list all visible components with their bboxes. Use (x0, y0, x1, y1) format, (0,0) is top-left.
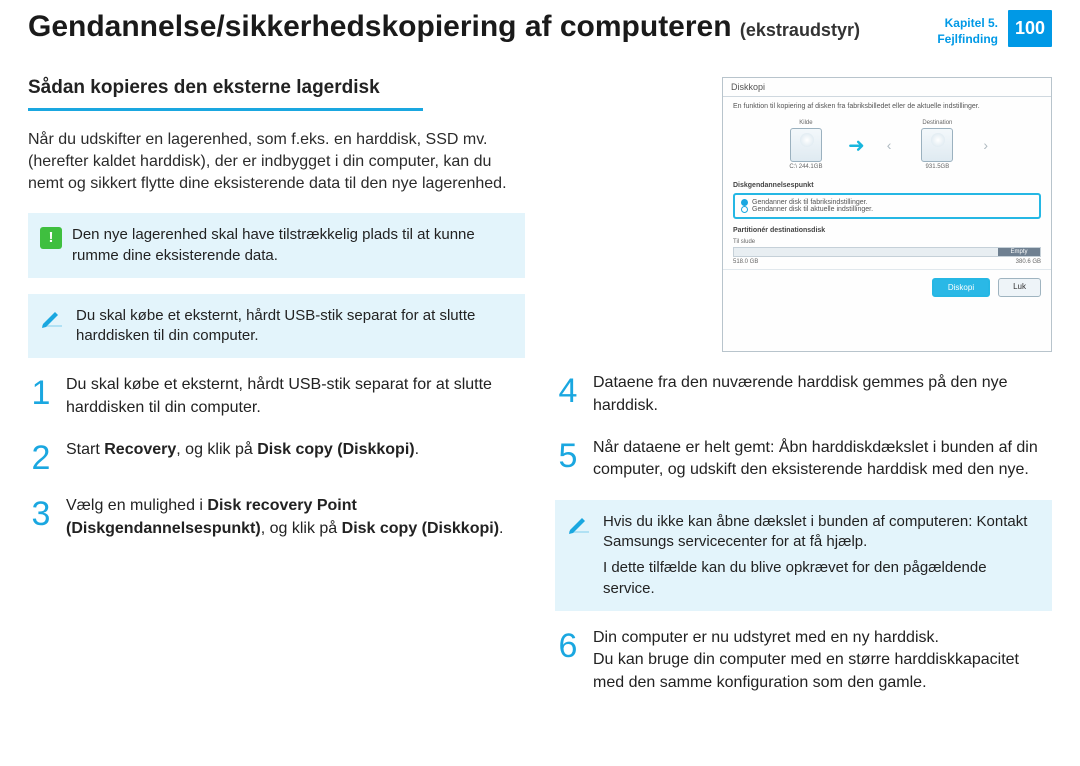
page-title: Gendannelse/sikkerhedskopiering af compu… (28, 10, 860, 43)
step-4: 4 Dataene fra den nuværende harddisk gem… (555, 372, 1052, 417)
partition-fill (734, 248, 998, 256)
mock-section-partition: Partitionér destinationsdisk (723, 225, 1051, 236)
radio-option-2[interactable]: Gendanner disk til aktuelle indstillinge… (741, 206, 1033, 213)
step-number-1: 1 (28, 374, 54, 410)
callout-lid: Hvis du ikke kan åbne dækslet i bunden a… (555, 500, 1052, 611)
header: Gendannelse/sikkerhedskopiering af compu… (28, 10, 1052, 47)
radio-option-1[interactable]: Gendanner disk til fabriksindstillinger. (741, 199, 1033, 206)
chapter-line1: Kapitel 5. (937, 16, 998, 32)
chevron-left-icon[interactable]: ‹ (883, 137, 896, 153)
note-icon (567, 514, 593, 536)
callout-warning-text: Den nye lagerenhed skal have tilstrækkel… (72, 225, 511, 266)
t: Disk copy (Diskkopi) (257, 441, 414, 458)
mock-section-point: Diskgendannelsespunkt (723, 178, 1051, 191)
title-sub: (ekstraudstyr) (740, 20, 860, 40)
t: Start (66, 441, 104, 458)
callout-lid-line1: Hvis du ikke kan åbne dækslet i bunden a… (603, 512, 1038, 553)
partition-left: 518.0 GB (733, 259, 758, 265)
t: . (415, 441, 419, 458)
step-6-line1: Din computer er nu udstyret med en ny ha… (593, 627, 1052, 649)
callout-note-usb-text: Du skal købe et eksternt, hårdt USB-stik… (76, 306, 511, 347)
t: Disk copy (Diskkopi) (342, 520, 499, 537)
step-3: 3 Vælg en mulighed i Disk recovery Point… (28, 495, 525, 540)
callout-note-usb: Du skal købe et eksternt, hårdt USB-stik… (28, 294, 525, 359)
partition-bar: Til slude Empty 518.0 GB 380.6 GB (733, 239, 1041, 265)
step-number-6: 6 (555, 627, 581, 663)
partition-empty-label: Empty (998, 248, 1040, 256)
source-drive: Kilde C:\ 244.1GB (782, 120, 830, 170)
partition-header: Til slude (733, 239, 1041, 247)
columns: Sådan kopieres den eksterne lagerdisk Nå… (28, 77, 1052, 694)
step-2: 2 Start Recovery, og klik på Disk copy (… (28, 439, 525, 475)
step-2-text: Start Recovery, og klik på Disk copy (Di… (66, 439, 419, 461)
radio-group: Gendanner disk til fabriksindstillinger.… (733, 193, 1041, 219)
t: , og klik på (261, 520, 342, 537)
callout-warning: ! Den nye lagerenhed skal have tilstrækk… (28, 213, 525, 278)
mock-desc: En funktion til kopiering af disken fra … (723, 97, 1051, 114)
dest-drive: Destination 931.5GB (913, 120, 961, 170)
step-1-text: Du skal købe et eksternt, hårdt USB-stik… (66, 374, 525, 419)
diskcopy-screenshot: Diskkopi En funktion til kopiering af di… (722, 77, 1052, 352)
intro-text: Når du udskifter en lagerenhed, som f.ek… (28, 129, 525, 195)
mock-title: Diskkopi (723, 78, 1051, 97)
partition-meta: 518.0 GB 380.6 GB (733, 257, 1041, 265)
page: Gendannelse/sikkerhedskopiering af compu… (0, 0, 1080, 766)
title-main: Gendannelse/sikkerhedskopiering af compu… (28, 10, 732, 43)
t: Vælg en mulighed i (66, 497, 207, 514)
mock-drives: Kilde C:\ 244.1GB ➜ ‹ Destination 931.5G… (723, 114, 1051, 178)
section-title: Sådan kopieres den eksterne lagerdisk (28, 77, 525, 99)
step-4-text: Dataene fra den nuværende harddisk gemme… (593, 372, 1052, 417)
t: . (499, 520, 503, 537)
step-number-2: 2 (28, 439, 54, 475)
title-block: Gendannelse/sikkerhedskopiering af compu… (28, 10, 937, 44)
warning-icon: ! (40, 227, 62, 249)
arrow-icon: ➜ (848, 133, 865, 158)
left-column: Sådan kopieres den eksterne lagerdisk Nå… (28, 77, 525, 694)
chapter-label: Kapitel 5. Fejlfinding (937, 10, 998, 47)
header-meta: Kapitel 5. Fejlfinding 100 (937, 10, 1052, 47)
t: , og klik på (176, 441, 257, 458)
radio-label-1: Gendanner disk til fabriksindstillinger. (752, 199, 868, 206)
callout-lid-line2: I dette tilfælde kan du blive opkrævet f… (603, 558, 1038, 599)
hdd-icon (790, 128, 822, 162)
step-3-text: Vælg en mulighed i Disk recovery Point (… (66, 495, 525, 540)
dest-label: Destination (922, 120, 952, 126)
dest-cap: 931.5GB (926, 164, 950, 170)
callout-lid-text: Hvis du ikke kan åbne dækslet i bunden a… (603, 512, 1038, 599)
step-5-text: Når dataene er helt gemt: Åbn harddiskdæ… (593, 437, 1052, 482)
chevron-right-icon[interactable]: › (979, 137, 992, 153)
page-number: 100 (1008, 10, 1052, 47)
source-cap: C:\ 244.1GB (789, 164, 822, 170)
step-1: 1 Du skal købe et eksternt, hårdt USB-st… (28, 374, 525, 419)
partition-bar-graphic: Empty (733, 247, 1041, 257)
step-number-4: 4 (555, 372, 581, 408)
chapter-line2: Fejlfinding (937, 32, 998, 48)
hdd-icon (921, 128, 953, 162)
step-6: 6 Din computer er nu udstyret med en ny … (555, 627, 1052, 694)
step-6-line2: Du kan bruge din computer med en større … (593, 649, 1052, 694)
step-5: 5 Når dataene er helt gemt: Åbn harddisk… (555, 437, 1052, 482)
step-6-text: Din computer er nu udstyret med en ny ha… (593, 627, 1052, 694)
step-number-5: 5 (555, 437, 581, 473)
disk-copy-button[interactable]: Diskopi (932, 278, 990, 297)
t: Recovery (104, 441, 176, 458)
step-number-3: 3 (28, 495, 54, 531)
note-icon (40, 308, 66, 330)
section-rule (28, 108, 423, 111)
radio-label-2: Gendanner disk til aktuelle indstillinge… (752, 206, 873, 213)
right-column: Diskkopi En funktion til kopiering af di… (555, 77, 1052, 694)
source-label: Kilde (799, 120, 812, 126)
partition-right: 380.6 GB (1016, 259, 1041, 265)
close-button[interactable]: Luk (998, 278, 1041, 297)
radio-icon (741, 199, 748, 206)
radio-icon (741, 206, 748, 213)
mock-footer: Diskopi Luk (723, 269, 1051, 305)
